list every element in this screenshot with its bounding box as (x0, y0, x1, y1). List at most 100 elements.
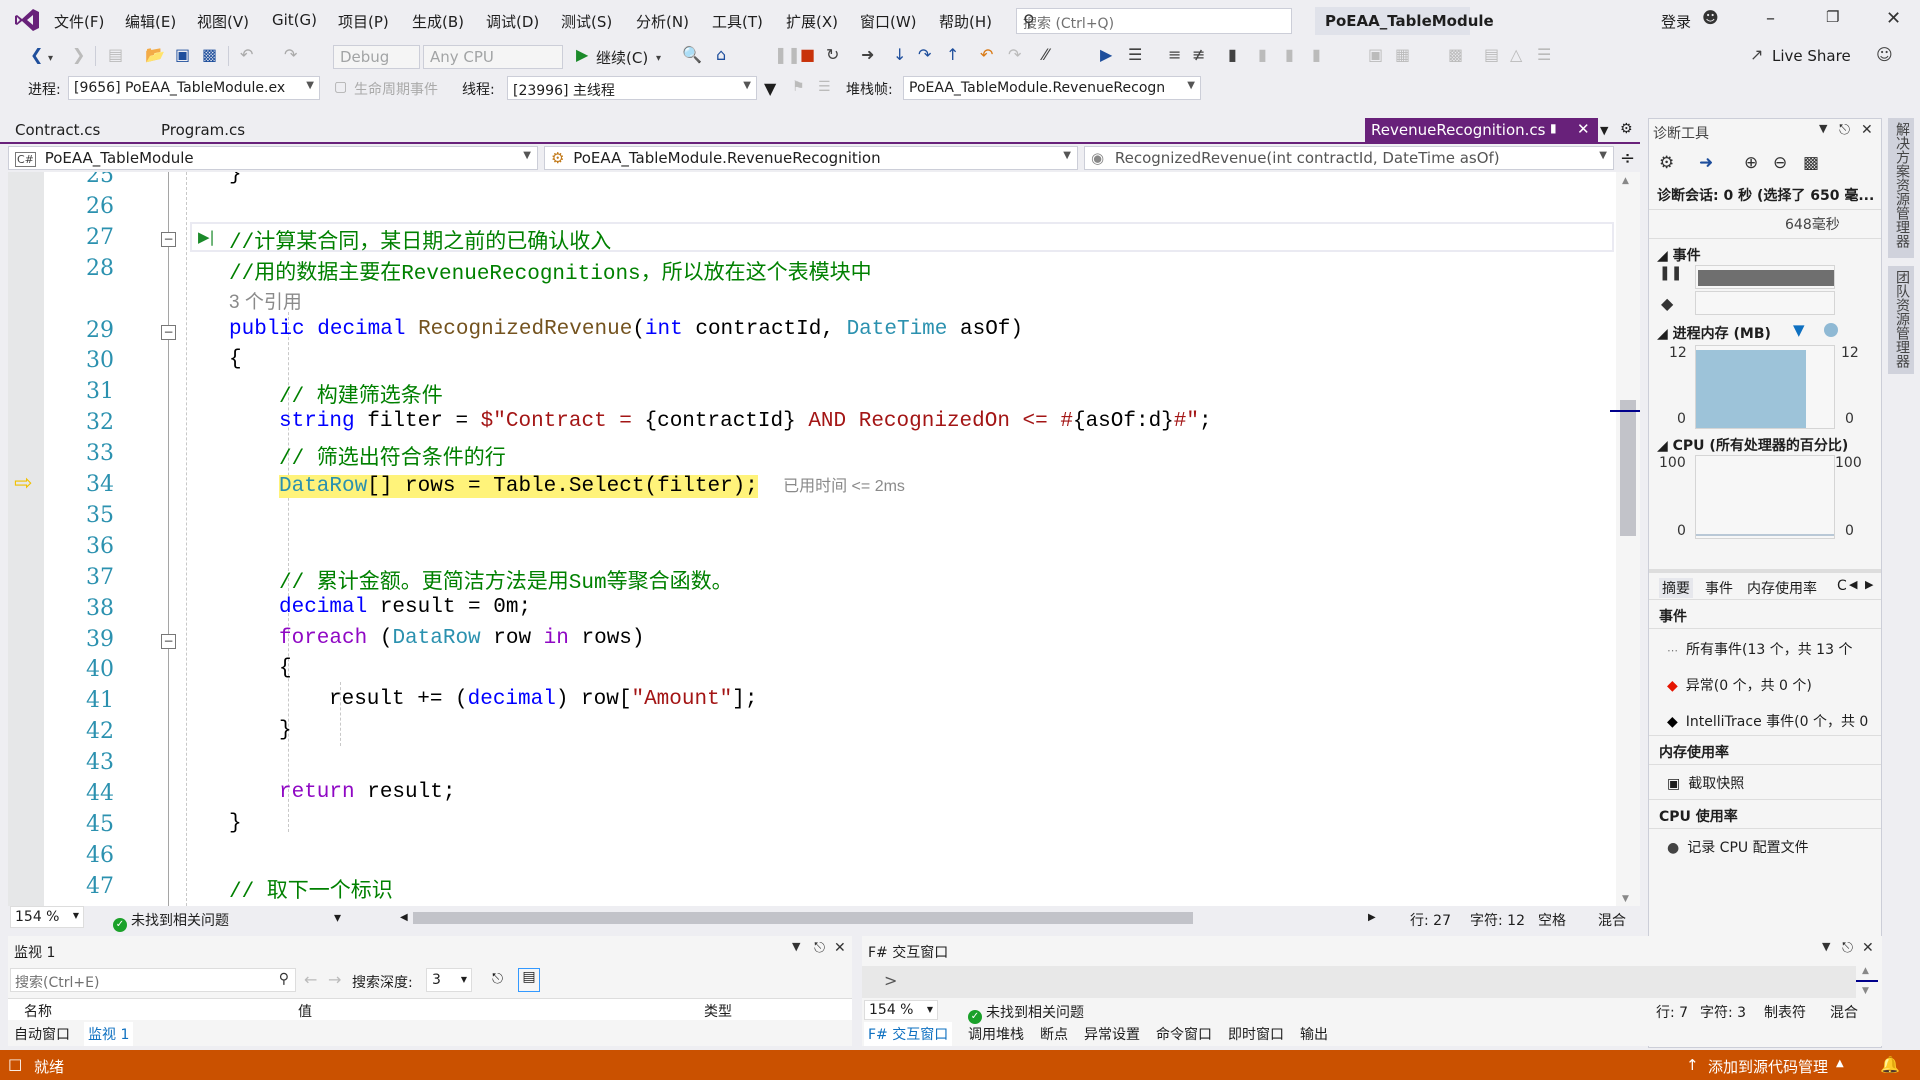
tab-watch-1[interactable]: 监视 1 (84, 1022, 134, 1046)
tab-memory-usage[interactable]: 内存使用率 (1747, 578, 1817, 598)
tab-program-cs[interactable]: Program.cs (161, 121, 245, 139)
search-forward-icon[interactable]: → (328, 970, 341, 989)
all-events-link[interactable]: ⋯ 所有事件(13 个，共 13 个 (1667, 639, 1852, 659)
bookmark-icon[interactable]: ▮ (1228, 46, 1237, 64)
menu-window[interactable]: 窗口(W) (860, 11, 917, 32)
side-tab-solution-explorer[interactable]: 解决方案资源管理器 (1888, 118, 1914, 258)
close-tab-icon[interactable]: ✕ (1577, 120, 1590, 138)
find-in-files-icon[interactable]: 🔍 (682, 46, 702, 64)
code-line[interactable]: 28 //用的数据主要在RevenueRecognitions，所以放在这个表模块… (8, 255, 1608, 286)
scroll-down-icon[interactable]: ▼ (1862, 986, 1869, 996)
menu-test[interactable]: 测试(S) (561, 11, 612, 32)
close-panel-icon[interactable]: ✕ (834, 940, 846, 956)
tab-scroll-left-icon[interactable]: ◀ (1849, 578, 1857, 591)
menu-project[interactable]: 项目(P) (338, 11, 389, 32)
intellitrace-events-link[interactable]: ◆ IntelliTrace 事件(0 个，共 0 (1667, 711, 1868, 731)
add-to-source-control-button[interactable]: 添加到源代码管理 (1708, 1056, 1828, 1077)
code-line[interactable]: 39 foreach (DataRow row in rows) − (8, 626, 1608, 656)
line-ending[interactable]: 混合 (1598, 910, 1626, 930)
fsi-line-ending[interactable]: 混合 (1830, 1002, 1858, 1022)
menu-tools[interactable]: 工具(T) (712, 11, 763, 32)
columns-icon[interactable]: ☰ (1537, 46, 1551, 64)
collapse-region-icon[interactable]: − (161, 633, 176, 649)
code-line[interactable]: 35 (8, 502, 1608, 532)
scroll-down-icon[interactable]: ▼ (1622, 894, 1629, 904)
type-dropdown[interactable]: ⚙ PoEAA_TableModule.RevenueRecognition ▼ (544, 146, 1078, 170)
menu-extensions[interactable]: 扩展(X) (786, 11, 838, 32)
code-line[interactable]: 41 result += (decimal) row["Amount"]; (8, 687, 1608, 717)
code-line[interactable]: 34 DataRow[] rows = Table.Select(filter);… (8, 471, 1608, 501)
code-line[interactable]: 42} (8, 718, 1608, 748)
code-line[interactable]: 33 // 筛选出符合条件的行 (8, 440, 1608, 471)
panel-menu-icon[interactable]: ▼ (792, 940, 800, 953)
scroll-thumb[interactable] (1620, 400, 1636, 536)
fsi-zoom-dropdown[interactable]: 154 % ▼ (864, 1000, 938, 1020)
show-flagged-icon[interactable]: ☰ (818, 79, 831, 95)
notifications-bell-icon[interactable]: 🔔 (1880, 1055, 1900, 1074)
scroll-left-icon[interactable]: ◀ (400, 912, 408, 923)
whitespace-mode[interactable]: 空格 (1538, 910, 1566, 930)
code-line[interactable]: 32 string filter = $"Contract = {contract… (8, 409, 1608, 439)
code-line[interactable]: 30 { (8, 347, 1608, 377)
thread-dropdown[interactable]: [23996] 主线程 ▼ (507, 76, 757, 100)
horizontal-scroll-thumb[interactable] (413, 912, 1193, 924)
tab-cpu[interactable]: C (1837, 578, 1847, 594)
events-section-toggle[interactable]: ◢ 事件 (1657, 245, 1701, 265)
save-icon[interactable]: ▣ (175, 46, 190, 64)
intellitrace-timeline[interactable] (1695, 291, 1835, 315)
live-share-button[interactable]: Live Share (1772, 47, 1851, 65)
scroll-right-icon[interactable]: ▶ (1368, 912, 1376, 923)
select-element-icon[interactable]: ▶ (1100, 46, 1112, 64)
column-type[interactable]: 类型 (704, 1001, 732, 1021)
minimize-button[interactable]: – (1766, 8, 1775, 29)
take-snapshot-button[interactable]: ▣ 截取快照 (1667, 773, 1744, 793)
menu-edit[interactable]: 编辑(E) (125, 11, 176, 32)
code-line[interactable]: 27 //计算某合同，某日期之前的已确认收入 − ▶| (8, 224, 1608, 255)
reset-view-icon[interactable]: ▩ (1803, 153, 1819, 173)
split-window-icon[interactable]: ÷ (1620, 148, 1635, 169)
search-depth-dropdown[interactable]: 3 ▼ (426, 968, 472, 992)
continue-button[interactable]: 继续(C) (596, 47, 648, 68)
tab-immediate-window[interactable]: 即时窗口 (1224, 1022, 1288, 1046)
sql-schema-icon[interactable]: ▣ (1368, 46, 1383, 64)
member-dropdown[interactable]: ◉ RecognizedRevenue(int contractId, Date… (1084, 146, 1614, 170)
panel-menu-icon[interactable]: ▼ (1819, 122, 1827, 135)
step-out-icon[interactable]: ↑ (946, 46, 959, 64)
save-all-icon[interactable]: ▩ (202, 46, 217, 64)
memory-section-toggle[interactable]: ◢ 进程内存 (MB) (1657, 323, 1771, 343)
zoom-out-icon[interactable]: ⊖ (1773, 153, 1787, 173)
application-insights-icon[interactable]: ⌂ (716, 46, 726, 64)
code-cleanup-icon[interactable]: ▾ (334, 910, 341, 926)
live-tree-icon[interactable]: ☰ (1128, 46, 1142, 64)
code-line[interactable]: 46 (8, 842, 1608, 872)
grid-icon[interactable]: ▦ (1395, 46, 1410, 64)
continue-icon[interactable]: ▶ (576, 46, 588, 64)
show-next-statement-icon[interactable]: ➜ (861, 46, 874, 64)
cpu-section-toggle[interactable]: ◢ CPU (所有处理器的百分比) (1657, 435, 1848, 455)
feedback-icon[interactable]: ☺ (1876, 46, 1893, 64)
scroll-up-icon[interactable]: ▲ (1862, 966, 1869, 976)
code-line[interactable]: 45} (8, 811, 1608, 841)
collapse-region-icon[interactable]: − (161, 231, 176, 247)
break-all-icon[interactable]: ❚❚ (774, 46, 801, 64)
code-line[interactable]: 37 // 累计金额。更简洁方法是用Sum等聚合函数。 (8, 564, 1608, 595)
tab-contract-cs[interactable]: Contract.cs (15, 121, 100, 139)
flag-icon[interactable]: ⚑ (792, 79, 805, 95)
lifecycle-events-button[interactable]: 生命周期事件 (354, 79, 438, 99)
platform-dropdown[interactable]: Any CPU (423, 45, 563, 69)
account-icon[interactable]: ☻ (1702, 8, 1719, 27)
tab-autos[interactable]: 自动窗口 (10, 1022, 74, 1046)
pin-tab-icon[interactable]: ▮ (1550, 121, 1557, 135)
step-back-icon[interactable]: ↶ (980, 46, 993, 64)
new-project-icon[interactable]: ▤ (108, 46, 123, 64)
tab-breakpoints[interactable]: 断点 (1036, 1022, 1072, 1046)
code-line[interactable]: 44 return result; (8, 780, 1608, 810)
stop-debugging-icon[interactable]: ■ (800, 46, 815, 64)
clear-bookmarks-icon[interactable]: ▮ (1312, 46, 1321, 64)
memory-chart[interactable] (1695, 345, 1835, 429)
pin-icon[interactable]: ⎋ (1842, 940, 1853, 956)
tab-command-window[interactable]: 命令窗口 (1152, 1022, 1216, 1046)
sql-icon[interactable]: △ (1510, 46, 1522, 64)
tab-revenue-recognition-cs[interactable]: RevenueRecognition.cs ▮ ✕ (1365, 118, 1598, 144)
scroll-up-icon[interactable]: ▲ (1622, 176, 1629, 186)
